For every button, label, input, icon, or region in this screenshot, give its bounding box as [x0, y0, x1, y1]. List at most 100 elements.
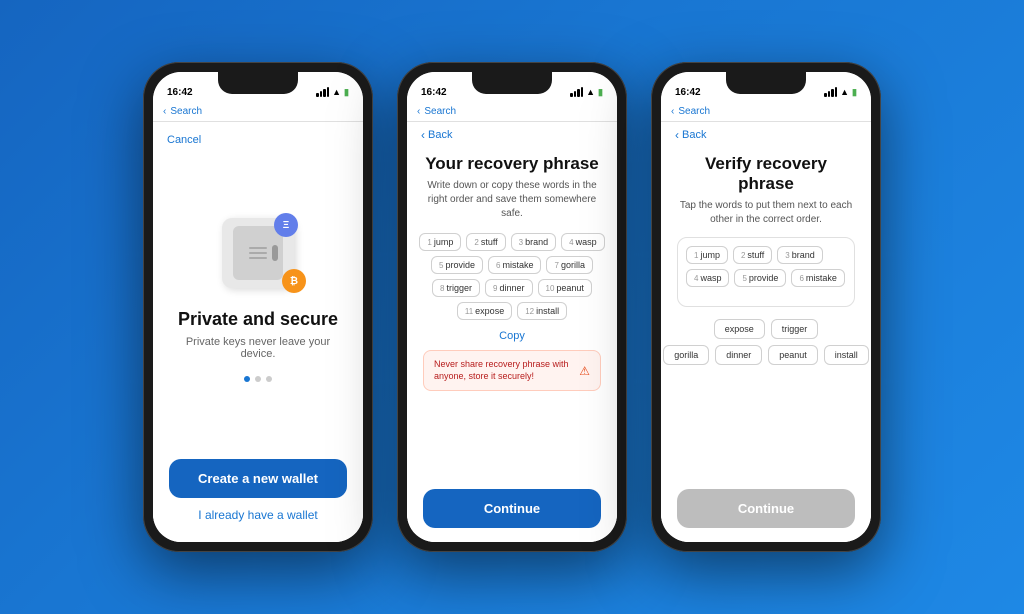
signal-icon-1: [316, 87, 329, 97]
phone3-nav: ‹ Back: [661, 122, 871, 146]
selected-word-5[interactable]: 5provide: [734, 269, 786, 287]
selected-word-3[interactable]: 3brand: [777, 246, 822, 264]
back-chevron-2: ‹: [417, 106, 420, 117]
phone-3: 16:42 ▲ ▮ ‹ Search ‹ Back Verify recover…: [651, 62, 881, 552]
wifi-icon-1: ▲: [332, 87, 341, 97]
copy-button[interactable]: Copy: [499, 330, 525, 342]
search-label-1: Search: [170, 106, 202, 117]
continue-button-p2[interactable]: Continue: [423, 489, 601, 528]
word-10: 10peanut: [538, 279, 592, 297]
back-label-p3[interactable]: Back: [682, 129, 706, 141]
carousel-dots: [244, 376, 272, 382]
phone3-footer: Continue: [661, 489, 871, 542]
word-9: 9dinner: [485, 279, 532, 297]
already-have-wallet-button[interactable]: I already have a wallet: [198, 508, 317, 522]
word-option-trigger[interactable]: trigger: [771, 319, 819, 339]
selected-word-1[interactable]: 1jump: [686, 246, 728, 264]
search-label-2: Search: [424, 106, 456, 117]
word-options-area: expose trigger gorilla dinner peanut ins…: [677, 319, 855, 365]
search-bar-1: ‹ Search: [153, 104, 363, 122]
word-11: 11expose: [457, 302, 512, 320]
search-bar-3: ‹ Search: [661, 104, 871, 122]
word-12: 12install: [517, 302, 567, 320]
word-option-peanut[interactable]: peanut: [768, 345, 818, 365]
phone2-footer: Continue: [407, 489, 617, 542]
phrase-grid: 1jump 2stuff 3brand 4wasp 5provide 6mist…: [423, 233, 601, 320]
vault-line: [249, 252, 267, 254]
word-option-expose[interactable]: expose: [714, 319, 765, 339]
recovery-phrase-desc: Write down or copy these words in the ri…: [423, 179, 601, 221]
verify-phrase-desc: Tap the words to put them next to each o…: [677, 199, 855, 227]
phone-notch-3: [726, 72, 806, 94]
back-chevron-3: ‹: [671, 106, 674, 117]
status-icons-2: ▲ ▮: [570, 87, 603, 98]
word-7: 7gorilla: [546, 256, 592, 274]
battery-icon-3: ▮: [852, 87, 857, 98]
time-2: 16:42: [421, 87, 447, 98]
vault-door: [233, 226, 283, 280]
back-label-p2[interactable]: Back: [428, 129, 452, 141]
phone3-content: Verify recovery phrase Tap the words to …: [661, 146, 871, 489]
word-4: 4wasp: [561, 233, 604, 251]
search-bar-2: ‹ Search: [407, 104, 617, 122]
verify-phrase-title: Verify recovery phrase: [677, 154, 855, 194]
warning-box: Never share recovery phrase with anyone,…: [423, 350, 601, 391]
word-2: 2stuff: [466, 233, 505, 251]
search-back-1: ‹: [163, 106, 166, 117]
btc-coin-icon: ₿: [282, 269, 306, 293]
eth-coin-icon: Ξ: [274, 213, 298, 237]
selected-word-2[interactable]: 2stuff: [733, 246, 772, 264]
phone1-hero: Ξ ₿ Private and secure Private keys neve…: [153, 156, 363, 459]
hero-title: Private and secure: [178, 309, 338, 330]
selected-words-area: 1jump 2stuff 3brand 4wasp 5provide 6mist…: [677, 237, 855, 307]
vault-line: [249, 247, 267, 249]
word-8: 8trigger: [432, 279, 480, 297]
vault-handle: [272, 245, 278, 261]
back-chevron-p2: ‹: [421, 128, 425, 142]
word-1: 1jump: [419, 233, 461, 251]
phone-screen-2: 16:42 ▲ ▮ ‹ Search ‹ Back Your recovery …: [407, 72, 617, 542]
word-option-install[interactable]: install: [824, 345, 869, 365]
time-1: 16:42: [167, 87, 193, 98]
screen-content-1: Cancel Ξ: [153, 122, 363, 542]
word-options-row-1: expose trigger: [714, 319, 819, 339]
wifi-icon-2: ▲: [586, 87, 595, 97]
vault-line: [249, 257, 267, 259]
cancel-button[interactable]: Cancel: [167, 134, 201, 146]
phone1-footer: Create a new wallet I already have a wal…: [153, 459, 363, 542]
hero-subtitle: Private keys never leave your device.: [173, 336, 343, 360]
dot-1: [244, 376, 250, 382]
status-icons-1: ▲ ▮: [316, 87, 349, 98]
screen-content-3: ‹ Back Verify recovery phrase Tap the wo…: [661, 122, 871, 542]
phone2-nav: ‹ Back: [407, 122, 617, 146]
phone-screen-3: 16:42 ▲ ▮ ‹ Search ‹ Back Verify recover…: [661, 72, 871, 542]
phrase-row-1: 1jump 2stuff 3brand 4wasp: [419, 233, 604, 251]
signal-icon-2: [570, 87, 583, 97]
continue-button-p3: Continue: [677, 489, 855, 528]
search-label-3: Search: [678, 106, 710, 117]
dot-3: [266, 376, 272, 382]
create-wallet-button[interactable]: Create a new wallet: [169, 459, 347, 498]
screen-content-2: ‹ Back Your recovery phrase Write down o…: [407, 122, 617, 542]
phone-2: 16:42 ▲ ▮ ‹ Search ‹ Back Your recovery …: [397, 62, 627, 552]
word-6: 6mistake: [488, 256, 541, 274]
selected-word-4[interactable]: 4wasp: [686, 269, 729, 287]
word-option-gorilla[interactable]: gorilla: [663, 345, 709, 365]
phrase-row-4: 11expose 12install: [457, 302, 567, 320]
phrase-row-2: 5provide 6mistake 7gorilla: [431, 256, 593, 274]
warning-text: Never share recovery phrase with anyone,…: [434, 359, 573, 382]
phone1-nav: Cancel: [153, 122, 363, 156]
phone-screen-1: 16:42 ▲ ▮ ‹ Search Cancel: [153, 72, 363, 542]
selected-word-6[interactable]: 6mistake: [791, 269, 844, 287]
status-icons-3: ▲ ▮: [824, 87, 857, 98]
battery-icon-1: ▮: [344, 87, 349, 98]
phone-notch-2: [472, 72, 552, 94]
word-5: 5provide: [431, 256, 483, 274]
battery-icon-2: ▮: [598, 87, 603, 98]
warning-icon: ⚠: [579, 364, 590, 378]
back-chevron-p3: ‹: [675, 128, 679, 142]
word-3: 3brand: [511, 233, 556, 251]
phone-1: 16:42 ▲ ▮ ‹ Search Cancel: [143, 62, 373, 552]
word-option-dinner[interactable]: dinner: [715, 345, 762, 365]
phone-notch-1: [218, 72, 298, 94]
